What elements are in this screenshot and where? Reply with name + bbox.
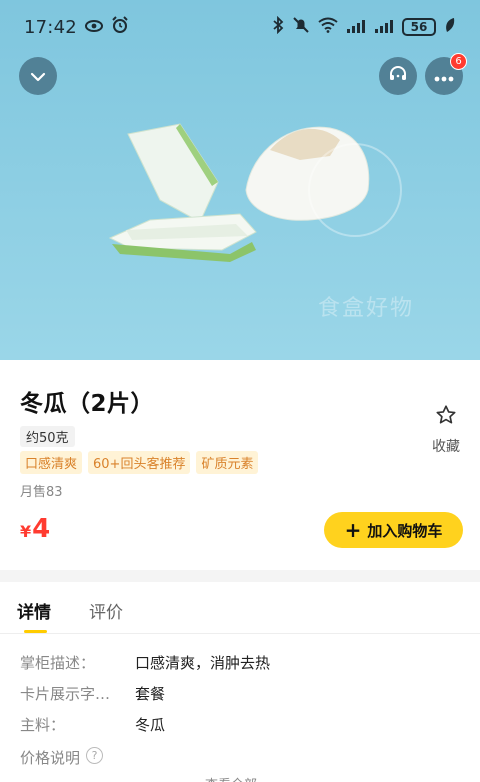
alarm-icon (111, 15, 129, 39)
add-to-cart-button[interactable]: + 加入购物车 (324, 512, 463, 548)
product-info-card: 冬瓜（2片） 约50克 口感清爽 60+回头客推荐 矿质元素 月售83 ¥ 4 … (0, 360, 480, 570)
help-icon[interactable]: ? (86, 747, 104, 764)
tab-details[interactable]: 详情 (17, 598, 51, 623)
detail-tabs: 详情 评价 (0, 582, 480, 634)
battery-indicator: 56 (402, 18, 436, 36)
bluetooth-icon (272, 15, 284, 39)
signal-icon (346, 17, 366, 38)
detail-row-label: 主料： (20, 716, 66, 734)
section-divider (0, 570, 480, 582)
product-tags: 口感清爽 60+回头客推荐 矿质元素 (20, 451, 259, 474)
product-tag: 矿质元素 (196, 451, 259, 474)
tabs-divider (0, 633, 480, 634)
plus-icon: + (344, 518, 362, 542)
star-icon (435, 404, 457, 430)
currency-symbol: ¥ (20, 522, 32, 541)
monthly-sales: 月售83 (20, 485, 63, 500)
price-value: 4 (32, 514, 51, 544)
chevron-down-icon (30, 67, 46, 86)
product-price: ¥ 4 (20, 514, 50, 544)
collapse-button[interactable] (19, 57, 57, 95)
mute-bell-icon (292, 16, 310, 39)
price-note-label: 价格说明 (20, 749, 81, 767)
detail-row: 卡片展示字… 套餐 (20, 683, 165, 704)
product-title: 冬瓜（2片） (20, 391, 155, 417)
product-tag: 口感清爽 (20, 451, 83, 474)
detail-row-value: 冬瓜 (135, 716, 166, 734)
more-dots-icon (434, 67, 454, 86)
wifi-icon (318, 17, 338, 38)
status-bar: 17:42 56 (0, 0, 480, 54)
favorite-button[interactable]: 收藏 (426, 404, 466, 456)
detail-row-label: 掌柜描述： (20, 654, 96, 672)
details-section: 详情 评价 掌柜描述： 口感清爽，消肿去热 卡片展示字… 套餐 主料： 冬瓜 价… (0, 582, 480, 782)
more-button[interactable]: 6 (425, 53, 467, 95)
detail-row: 掌柜描述： 口感清爽，消肿去热 (20, 652, 270, 673)
detail-row-value: 套餐 (135, 685, 166, 703)
headset-icon (388, 64, 408, 88)
weight-chip: 约50克 (20, 426, 75, 447)
favorite-label: 收藏 (432, 439, 460, 455)
customer-service-button[interactable] (379, 57, 417, 95)
detail-row-value: 口感清爽，消肿去热 (135, 654, 271, 672)
image-watermark: 食盒好物 (318, 296, 415, 321)
signal-icon-2 (374, 17, 394, 38)
detail-row: 主料： 冬瓜 (20, 714, 165, 735)
status-time: 17:42 (24, 16, 77, 38)
product-image[interactable]: 17:42 56 6 食盒好物 (0, 0, 480, 360)
detail-row-label: 卡片展示字… (20, 685, 111, 703)
add-to-cart-label: 加入购物车 (367, 521, 443, 540)
detail-row-price-note[interactable]: 价格说明 ? (20, 747, 104, 768)
eye-icon (84, 17, 103, 38)
product-tag: 60+回头客推荐 (88, 451, 191, 474)
leaf-icon (444, 17, 456, 38)
tab-reviews[interactable]: 评价 (89, 598, 123, 623)
expand-all-link[interactable]: 查看全部 (205, 774, 257, 782)
notification-badge: 6 (450, 53, 467, 70)
